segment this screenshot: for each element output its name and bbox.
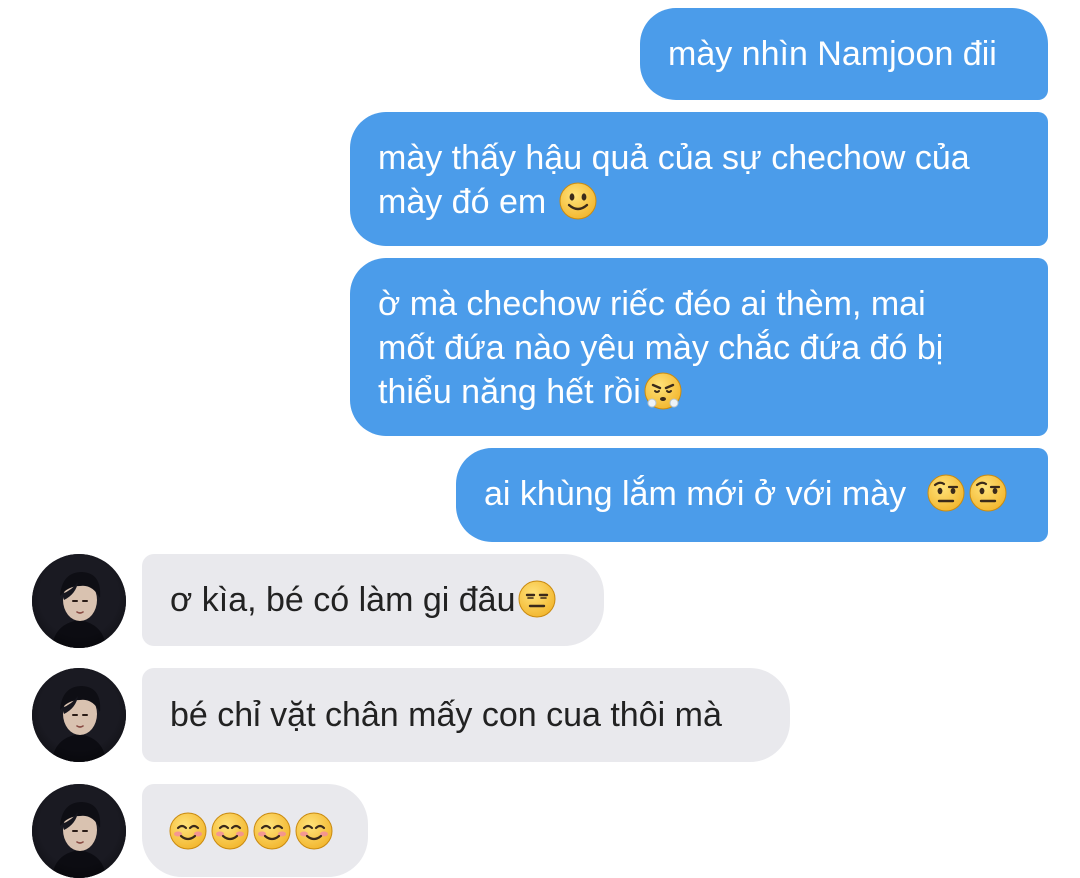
smiling-face-icon xyxy=(168,811,208,851)
message-bubble-outgoing[interactable]: mày nhìn Namjoon đii xyxy=(640,8,1048,100)
smiling-face-icon xyxy=(210,811,250,851)
contact-avatar[interactable] xyxy=(32,554,126,648)
message-text: mày nhìn Namjoon đii xyxy=(668,35,997,73)
message-text: ơ kìa, bé có làm gi đâu xyxy=(170,581,516,619)
message-bubble-outgoing[interactable]: ờ mà chechow riếc đéo ai thèm, mai mốt đ… xyxy=(350,258,1048,436)
message-text: bé chỉ vặt chân mấy con cua thôi mà xyxy=(170,696,722,734)
contact-avatar[interactable] xyxy=(32,784,126,878)
message-bubble-incoming[interactable] xyxy=(142,784,368,877)
message-bubble-outgoing[interactable]: mày thấy hậu quả của sự chechow của mày … xyxy=(350,112,1048,246)
face-with-steam-from-nose-icon xyxy=(643,371,683,411)
message-bubble-outgoing[interactable]: ai khùng lắm mới ở với mày xyxy=(456,448,1048,542)
slightly-smiling-face-icon xyxy=(558,181,598,221)
message-text-line: mốt đứa nào yêu mày chắc đứa đó bị xyxy=(378,329,944,367)
message-text-line: mày thấy hậu quả của sự chechow của xyxy=(378,139,970,177)
smiling-face-icon xyxy=(294,811,334,851)
message-bubble-incoming[interactable]: bé chỉ vặt chân mấy con cua thôi mà xyxy=(142,668,790,762)
message-text-line: ờ mà chechow riếc đéo ai thèm, mai xyxy=(378,285,926,323)
face-with-raised-eyebrow-icon xyxy=(968,473,1008,513)
contact-avatar[interactable] xyxy=(32,668,126,762)
face-with-raised-eyebrow-icon xyxy=(926,473,966,513)
expressionless-face-icon xyxy=(517,579,557,619)
message-text: ai khùng lắm mới ở với mày xyxy=(484,475,907,513)
message-text-line: mày đó em xyxy=(378,183,547,221)
smiling-face-icon xyxy=(252,811,292,851)
message-text-line: thiểu năng hết rồi xyxy=(378,373,641,411)
message-bubble-incoming[interactable]: ơ kìa, bé có làm gi đâu xyxy=(142,554,604,646)
